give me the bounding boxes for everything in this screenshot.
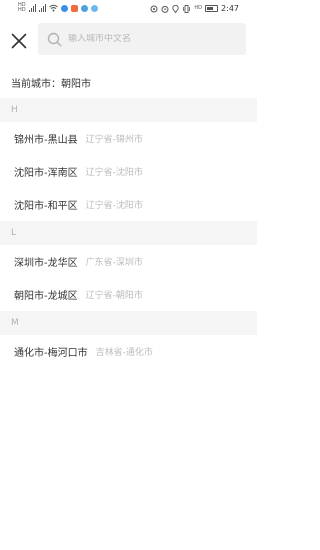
city-name: 朝阳市-龙城区 xyxy=(14,291,78,302)
city-name: 锦州市-黑山县 xyxy=(14,135,78,146)
city-row[interactable]: 沈阳市-和平区 辽宁省-沈阳市 xyxy=(0,188,257,221)
app-notification-icon-3 xyxy=(90,4,98,12)
city-row[interactable]: 朝阳市-龙城区 辽宁省-朝阳市 xyxy=(0,278,257,311)
city-name: 沈阳市-浑南区 xyxy=(14,168,78,179)
city-row[interactable]: 通化市-梅河口市 吉林省-通化市 xyxy=(0,335,257,368)
vibrate-icon xyxy=(183,4,191,13)
city-province-path: 辽宁省-沈阳市 xyxy=(85,168,143,178)
alarm-icon xyxy=(161,5,169,13)
search-box[interactable] xyxy=(38,23,246,55)
hd-badge-right: HD xyxy=(194,5,203,11)
battery-icon xyxy=(205,5,219,12)
app-notification-icon-2 xyxy=(80,4,88,12)
wifi-icon xyxy=(48,4,58,12)
city-row[interactable]: 沈阳市-浑南区 辽宁省-沈阳市 xyxy=(0,155,257,188)
signal-icon xyxy=(28,4,36,12)
status-right-icons: HD 2:47 xyxy=(150,4,239,13)
city-province-path: 辽宁省-朝阳市 xyxy=(85,291,143,301)
city-province-path: 吉林省-通化市 xyxy=(95,348,153,358)
city-row[interactable]: 锦州市-黑山县 辽宁省-锦州市 xyxy=(0,122,257,155)
close-icon xyxy=(11,33,27,49)
city-province-path: 辽宁省-锦州市 xyxy=(85,135,143,145)
close-button[interactable] xyxy=(6,28,32,54)
app-badge-icon xyxy=(70,4,78,12)
location-icon xyxy=(172,4,180,13)
group-header-m: M xyxy=(0,311,257,335)
group-header-l: L xyxy=(0,221,257,245)
signal-icon-2 xyxy=(38,4,46,12)
status-bar: HD HD HD 2:47 xyxy=(0,0,257,20)
city-name: 通化市-梅河口市 xyxy=(14,348,88,359)
city-row[interactable]: 深圳市-龙华区 广东省-深圳市 xyxy=(0,245,257,278)
nfc-icon xyxy=(150,5,158,12)
city-name: 沈阳市-和平区 xyxy=(14,201,78,212)
status-time: 2:47 xyxy=(221,4,239,13)
search-icon xyxy=(47,32,62,46)
app-notification-icon xyxy=(60,4,68,12)
search-input[interactable] xyxy=(68,34,218,44)
city-province-path: 辽宁省-沈阳市 xyxy=(85,201,143,211)
current-city: 当前城市：朝阳市 xyxy=(11,78,91,90)
city-name: 深圳市-龙华区 xyxy=(14,258,78,269)
header xyxy=(0,20,257,62)
city-province-path: 广东省-深圳市 xyxy=(85,258,143,268)
hd-badge-1: HD HD xyxy=(18,2,26,13)
status-left-icons: HD HD xyxy=(18,3,98,13)
group-header-h: H xyxy=(0,98,257,122)
